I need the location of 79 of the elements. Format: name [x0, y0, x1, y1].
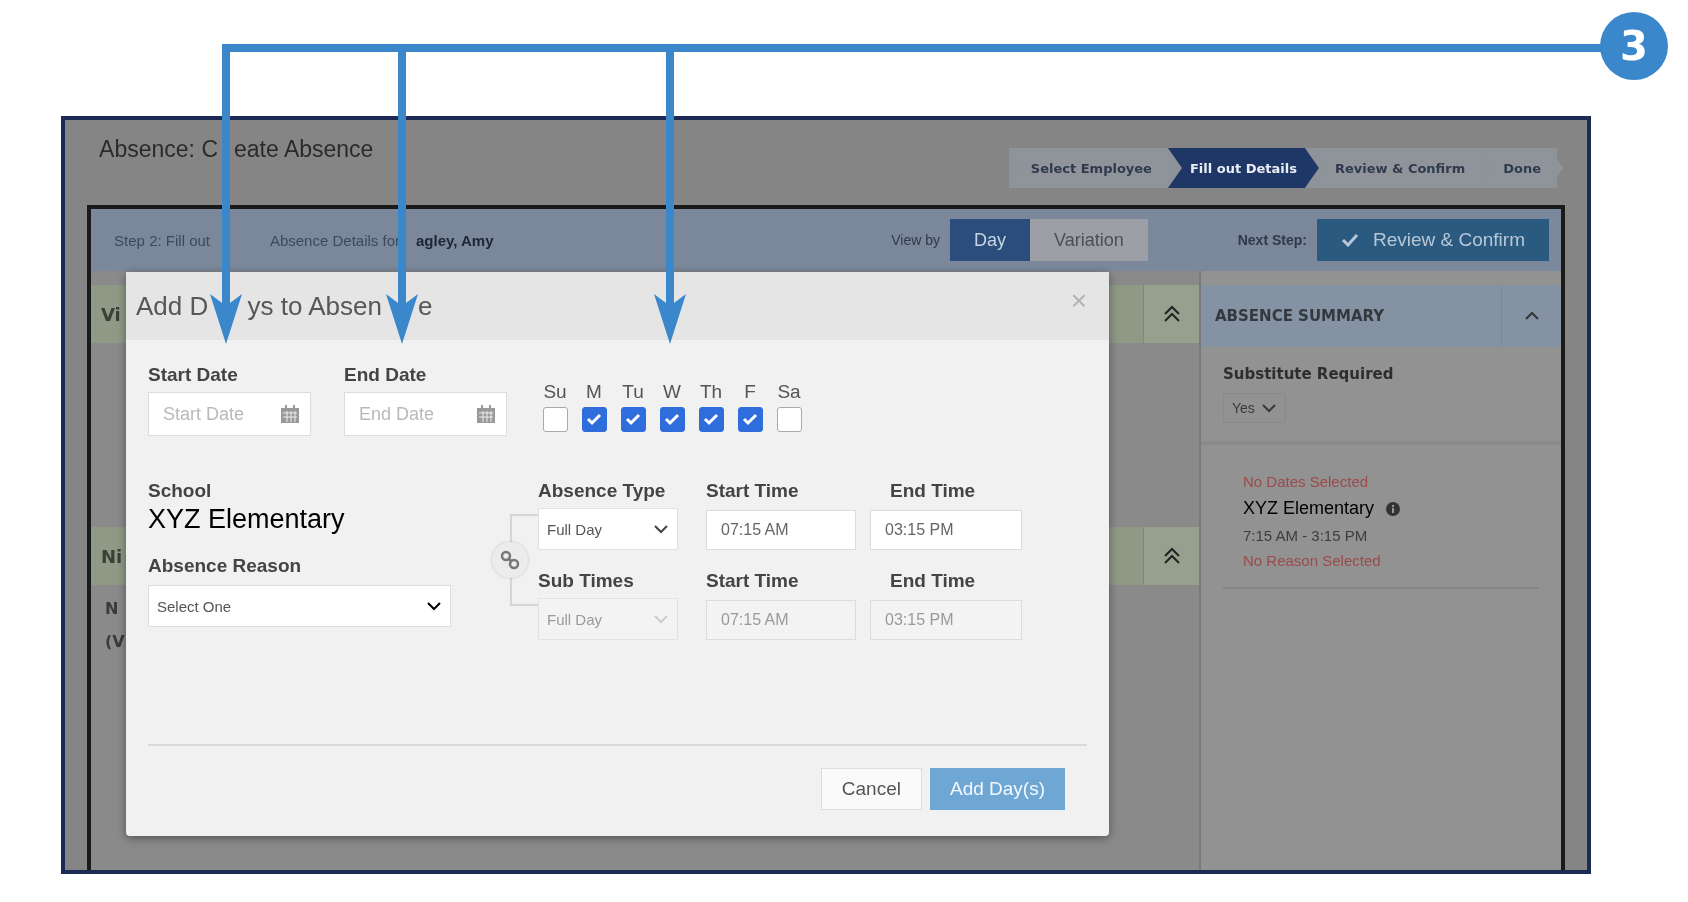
- section-text: (V: [105, 632, 125, 651]
- school-name: XYZ Elementary: [1243, 498, 1375, 519]
- reason-select[interactable]: Select One: [148, 585, 451, 627]
- collapse-button[interactable]: [1143, 527, 1199, 585]
- weekday-checkbox[interactable]: [737, 407, 763, 432]
- chevron-down-icon: [1260, 403, 1277, 413]
- weekday-label: Tu: [622, 381, 644, 403]
- type-select[interactable]: Full Day: [538, 508, 678, 550]
- step-description: Step 2: Fill out: [114, 231, 210, 249]
- checkmark-icon: [586, 413, 602, 426]
- view-tab[interactable]: Variation: [1030, 219, 1148, 261]
- dialog-title: e: [418, 290, 433, 321]
- calendar-icon[interactable]: [476, 404, 496, 424]
- substitute-select[interactable]: Yes: [1223, 393, 1286, 423]
- school-name: XYZ Elementary: [148, 504, 346, 535]
- view-tab[interactable]: Day: [950, 219, 1030, 261]
- weekday-label: Su: [543, 381, 567, 403]
- chain-link-icon: [500, 550, 520, 570]
- weekday-checkbox[interactable]: [620, 407, 646, 432]
- collapse-button[interactable]: [1143, 285, 1199, 343]
- step-number-badge: 3: [1600, 12, 1668, 80]
- chevron-down-icon: [426, 601, 442, 611]
- step-description: agley, Amy: [416, 231, 494, 249]
- dates-status: No Dates Selected: [1243, 473, 1370, 490]
- date-input[interactable]: Start Date: [163, 403, 273, 425]
- checkmark-icon: [742, 413, 758, 426]
- chevron-down-icon: [653, 524, 669, 534]
- weekday-checkbox[interactable]: [542, 407, 568, 432]
- view-by-label: View by: [891, 232, 940, 248]
- step-description: Absence Details for: [269, 231, 400, 249]
- next-step-label: Next Step:: [1237, 232, 1307, 248]
- weekday-label: W: [663, 381, 681, 403]
- weekday-label: F: [744, 381, 756, 403]
- field-label: End Time: [889, 570, 977, 592]
- weekday-checkbox[interactable]: [659, 407, 685, 432]
- time-range: 7:15 AM - 3:15 PM: [1243, 527, 1369, 544]
- checkmark-icon: [703, 413, 719, 426]
- reason-status: No Reason Selected: [1243, 552, 1382, 569]
- date-field[interactable]: Start Date: [148, 392, 311, 436]
- link-button[interactable]: [492, 542, 528, 578]
- checkmark-icon: [664, 413, 680, 426]
- time-field[interactable]: 07:15 AM: [706, 510, 856, 550]
- review-confirm-button[interactable]: Review & Confirm: [1316, 219, 1549, 261]
- page-title: Absence: C: [99, 135, 218, 162]
- weekday-label: Th: [699, 381, 723, 403]
- cancel-button[interactable]: Cancel: [820, 768, 922, 810]
- field-label: Absence Reason: [148, 555, 303, 577]
- chevron-up-icon: [1523, 311, 1540, 321]
- field-label: Sub Times: [538, 570, 635, 592]
- field-label: Start Date: [148, 364, 239, 386]
- add-days-button[interactable]: Add Day(s): [929, 768, 1065, 810]
- weekday-label: Sa: [777, 381, 801, 403]
- field-label: End Time: [889, 480, 977, 502]
- field-label: End Date: [344, 364, 428, 386]
- field-label: School: [148, 480, 213, 502]
- section-title: Ni: [100, 545, 123, 567]
- time-field[interactable]: 03:15 PM: [870, 510, 1022, 550]
- section-title: Vi: [100, 303, 121, 325]
- checkmark-icon: [1340, 233, 1359, 247]
- date-input[interactable]: End Date: [359, 403, 469, 425]
- summary-title: ABSENCE SUMMARY: [1215, 307, 1385, 325]
- weekday-checkbox[interactable]: [698, 407, 724, 432]
- field-label: Start Time: [706, 480, 800, 502]
- info-icon[interactable]: [1386, 501, 1401, 516]
- date-field[interactable]: End Date: [344, 392, 507, 436]
- calendar-icon[interactable]: [280, 404, 300, 424]
- weekday-label: M: [586, 381, 602, 403]
- weekday-checkbox[interactable]: [776, 407, 802, 432]
- chevron-down-icon: [653, 614, 669, 624]
- field-label: Absence Type: [538, 480, 667, 502]
- substitute-label: Substitute Required: [1223, 365, 1395, 383]
- wizard-step: Fill out Details: [1167, 148, 1319, 188]
- field-label: Start Time: [706, 570, 800, 592]
- dialog-title: Add D: [136, 290, 209, 321]
- dialog-title: ys to Absen: [247, 290, 382, 321]
- weekday-checkbox[interactable]: [581, 407, 607, 432]
- checkmark-icon: [625, 413, 641, 426]
- page-title: eate Absence: [234, 135, 374, 162]
- section-text: N: [105, 599, 119, 618]
